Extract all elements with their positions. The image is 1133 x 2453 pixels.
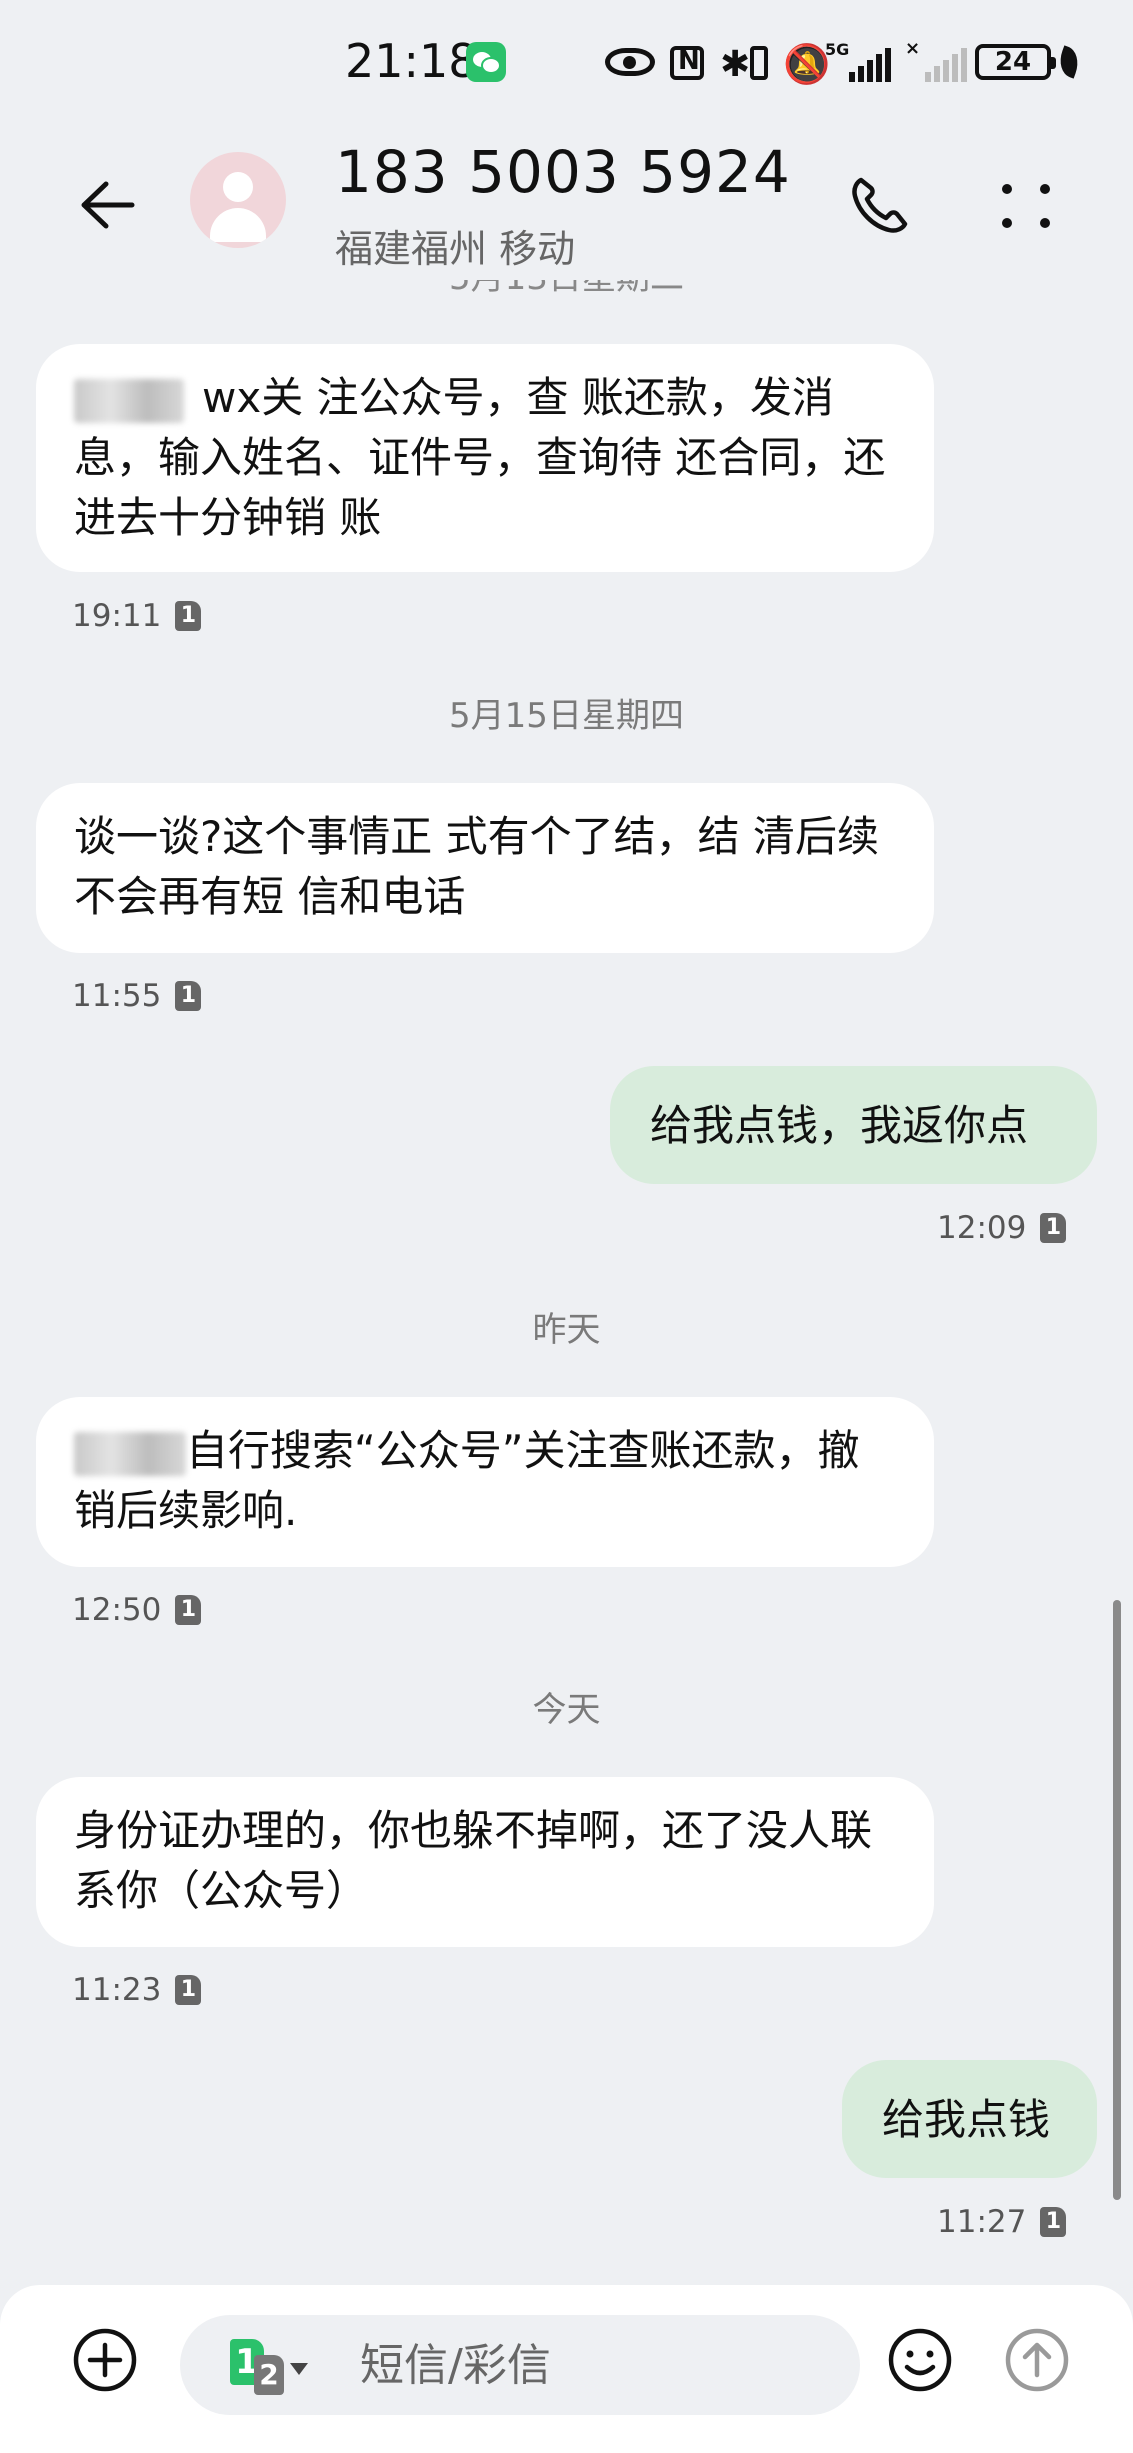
message-time: 12:09 bbox=[937, 1210, 1027, 1246]
signal-5g-icon: 5G bbox=[825, 38, 895, 86]
message-meta: 11:55 1 bbox=[72, 978, 202, 1014]
sim-2-icon: 2 bbox=[254, 2355, 284, 2395]
message-time: 11:55 bbox=[72, 978, 162, 1014]
battery-icon: 24 bbox=[975, 44, 1056, 80]
message-text: wx关 注公众号，查 账还款，发消息，输入姓名、证件号，查询待 还合同，还进去十… bbox=[74, 373, 886, 542]
messaging-screen: 21:18 ✱ 🔕 5G × 24 bbox=[0, 0, 1133, 2453]
message-meta: 12:50 1 bbox=[72, 1592, 202, 1628]
blurred-redaction bbox=[74, 378, 184, 423]
message-list[interactable]: 5月13日星期二 wx关 注公众号，查 账还款，发消息，输入姓名、证件号，查询待… bbox=[0, 280, 1133, 2270]
add-attachment-icon[interactable] bbox=[70, 2325, 140, 2395]
sim-card-icon: 1 bbox=[175, 601, 202, 631]
sim-card-icon: 1 bbox=[175, 1595, 202, 1625]
status-time: 21:18 bbox=[345, 34, 478, 88]
nfc-icon bbox=[670, 46, 704, 80]
compose-bar: 1 2 bbox=[0, 2285, 1133, 2453]
incoming-message[interactable]: 谈一谈?这个事情正 式有个了结，结 清后续不会再有短 信和电话 bbox=[36, 783, 934, 953]
message-meta: 12:09 1 bbox=[937, 1210, 1067, 1246]
message-text: 给我点钱 bbox=[882, 2095, 1051, 2144]
power-saving-leaf-icon bbox=[1054, 45, 1084, 79]
bell-muted-icon: 🔕 bbox=[783, 42, 831, 86]
sim-card-icon: 1 bbox=[175, 1975, 202, 2005]
sim-selector[interactable]: 1 2 bbox=[230, 2339, 310, 2399]
date-separator: 5月15日星期四 bbox=[449, 696, 684, 736]
back-arrow-icon[interactable] bbox=[70, 170, 140, 240]
avatar-body bbox=[210, 208, 266, 242]
date-separator-cut: 5月13日星期二 bbox=[0, 280, 1133, 299]
contact-number[interactable]: 183 5003 5924 bbox=[335, 138, 791, 206]
sim-card-icon: 1 bbox=[1040, 2207, 1067, 2237]
message-input-pill[interactable]: 1 2 bbox=[180, 2315, 860, 2415]
message-text: 谈一谈?这个事情正 式有个了结，结 清后续不会再有短 信和电话 bbox=[74, 812, 879, 921]
bluetooth-icon: ✱ bbox=[720, 44, 751, 85]
message-text: 给我点钱，我返你点 bbox=[650, 1101, 1029, 1150]
sim-card-icon: 1 bbox=[1040, 1213, 1067, 1243]
message-meta: 19:11 1 bbox=[72, 598, 202, 634]
sim-card-icon: 1 bbox=[175, 981, 202, 1011]
status-icons: ✱ 🔕 5G × 24 bbox=[605, 38, 1085, 86]
message-text: 自行搜索“公众号”关注查账还款，撤销后续影响. bbox=[74, 1426, 860, 1535]
date-separator: 今天 bbox=[532, 1690, 601, 1730]
chevron-down-icon bbox=[290, 2363, 308, 2375]
message-meta: 11:27 1 bbox=[937, 2204, 1067, 2240]
message-text: 身份证办理的，你也躲不掉啊，还了没人联系你（公众号） bbox=[74, 1806, 873, 1915]
eye-icon bbox=[605, 48, 655, 76]
conversation-header: 183 5003 5924 福建福州 移动 bbox=[0, 130, 1133, 280]
emoji-icon[interactable] bbox=[885, 2325, 955, 2395]
signal-secondary-icon: × bbox=[903, 38, 973, 86]
outgoing-message[interactable]: 给我点钱 bbox=[842, 2060, 1097, 2178]
message-input[interactable] bbox=[360, 2333, 830, 2397]
outgoing-message[interactable]: 给我点钱，我返你点 bbox=[610, 1066, 1097, 1184]
network-type-label: 5G bbox=[825, 40, 850, 59]
avatar-head bbox=[223, 172, 253, 202]
send-icon[interactable] bbox=[1002, 2325, 1072, 2395]
message-meta: 11:23 1 bbox=[72, 1972, 202, 2008]
contact-location: 福建福州 移动 bbox=[335, 227, 576, 271]
message-time: 19:11 bbox=[72, 598, 162, 634]
scrollbar[interactable] bbox=[1113, 1600, 1121, 2200]
message-time: 12:50 bbox=[72, 1592, 162, 1628]
vibrate-icon bbox=[750, 46, 768, 80]
more-options-icon[interactable] bbox=[992, 170, 1062, 240]
status-bar: 21:18 ✱ 🔕 5G × 24 bbox=[0, 0, 1133, 120]
incoming-message[interactable]: wx关 注公众号，查 账还款，发消息，输入姓名、证件号，查询待 还合同，还进去十… bbox=[36, 344, 934, 572]
phone-call-icon[interactable] bbox=[845, 170, 915, 240]
wechat-notification-icon bbox=[466, 42, 506, 82]
message-time: 11:23 bbox=[72, 1972, 162, 2008]
date-separator: 昨天 bbox=[532, 1310, 601, 1350]
incoming-message[interactable]: 身份证办理的，你也躲不掉啊，还了没人联系你（公众号） bbox=[36, 1777, 934, 1947]
contact-avatar[interactable] bbox=[190, 152, 286, 248]
blurred-redaction bbox=[74, 1431, 186, 1476]
message-time: 11:27 bbox=[937, 2204, 1027, 2240]
incoming-message[interactable]: 自行搜索“公众号”关注查账还款，撤销后续影响. bbox=[36, 1397, 934, 1567]
